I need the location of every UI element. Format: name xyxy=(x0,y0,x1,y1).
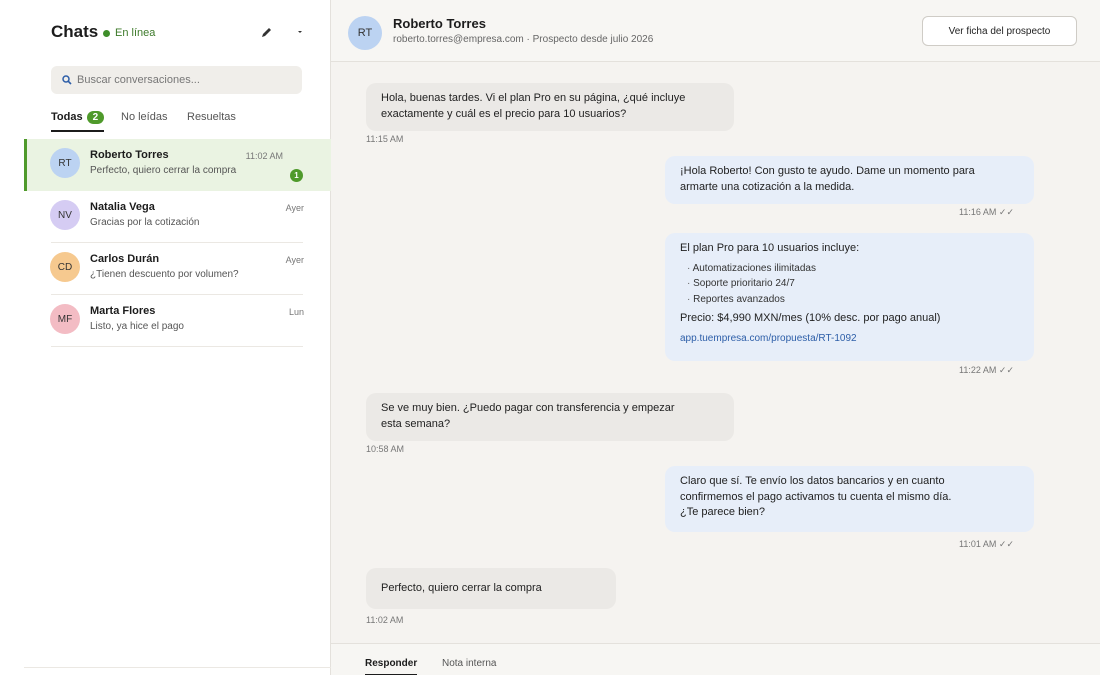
conversation-item-natalia-vega[interactable]: NV Natalia Vega Gracias por la cotizació… xyxy=(24,191,331,243)
conversation-tabs: Todas 2 No leídas Resueltas xyxy=(51,110,307,132)
search-icon xyxy=(62,75,72,85)
conversation-item-roberto-torres[interactable]: RT Roberto Torres Perfecto, quiero cerra… xyxy=(24,139,331,191)
message-bubble-outgoing: El plan Pro para 10 usuarios incluye: Au… xyxy=(665,233,1034,361)
tab-no-leidas[interactable]: No leídas xyxy=(121,110,167,132)
composer: Responder Nota interna xyxy=(331,643,1100,675)
plan-feature-list: Automatizaciones ilimitadas Soporte prio… xyxy=(687,261,1019,308)
tab-nota-interna[interactable]: Nota interna xyxy=(442,658,496,675)
avatar: RT xyxy=(50,148,80,178)
tab-resueltas[interactable]: Resueltas xyxy=(187,110,236,132)
search-input[interactable] xyxy=(77,74,277,86)
conversation-item-carlos-duran[interactable]: CD Carlos Durán ¿Tienen descuento por vo… xyxy=(24,243,331,295)
message-time: 11:02 AM xyxy=(366,615,404,625)
avatar: RT xyxy=(348,16,382,50)
conversation-item-marta-flores[interactable]: MF Marta Flores Listo, ya hice el pago L… xyxy=(24,295,331,347)
contact-meta: roberto.torres@empresa.com · Prospecto d… xyxy=(393,34,654,45)
conversation-time: Ayer xyxy=(285,203,304,213)
conversation-preview: ¿Tienen descuento por volumen? xyxy=(90,269,239,280)
conversation-preview: Listo, ya hice el pago xyxy=(90,321,184,332)
divider xyxy=(51,346,303,347)
avatar: MF xyxy=(50,304,80,334)
message-bubble-incoming: Hola, buenas tardes. Vi el plan Pro en s… xyxy=(366,83,734,131)
online-dot-icon xyxy=(103,29,110,37)
conversation-name: Natalia Vega xyxy=(90,201,155,213)
conversation-name: Marta Flores xyxy=(90,305,156,317)
price-text: Precio: $4,990 MXN/mes (10% desc. por pa… xyxy=(680,312,941,324)
conversation-time: Ayer xyxy=(285,255,304,265)
unread-badge: 1 xyxy=(290,169,303,182)
tab-responder[interactable]: Responder xyxy=(365,658,418,675)
message-time: 11:15 AM xyxy=(366,134,404,144)
presence-status: En línea xyxy=(103,27,155,39)
count-badge: 2 xyxy=(86,111,105,124)
divider xyxy=(24,667,331,668)
list-item: Automatizaciones ilimitadas xyxy=(687,261,1019,277)
sidebar-header: Chats En línea xyxy=(51,22,307,44)
chat-header: RT Roberto Torres roberto.torres@empresa… xyxy=(331,0,1100,62)
message-text: Se ve muy bien. ¿Puedo pagar con transfe… xyxy=(381,402,675,430)
proposal-link[interactable]: app.tuempresa.com/propuesta/RT-1092 xyxy=(680,331,1019,347)
message-time: 11:22 AM ✓✓ xyxy=(959,365,1014,375)
message-text: Hola, buenas tardes. Vi el plan Pro en s… xyxy=(381,92,686,120)
chat-panel: RT Roberto Torres roberto.torres@empresa… xyxy=(331,0,1100,675)
contact-name: Roberto Torres xyxy=(393,16,486,31)
conversation-time: Lun xyxy=(288,307,304,317)
conversation-time: 11:02 AM xyxy=(245,151,283,161)
message-text: El plan Pro para 10 usuarios incluye: xyxy=(680,242,860,254)
sidebar-content: Chats En línea Todas2 No leídas Resuelta… xyxy=(24,0,331,675)
message-bubble-incoming: Perfecto, quiero cerrar la compra xyxy=(366,568,616,609)
pencil-icon[interactable] xyxy=(257,23,275,41)
avatar: CD xyxy=(50,252,80,282)
message-text: ¡Hola Roberto! Con gusto te ayudo. Dame … xyxy=(680,165,975,193)
presence-label: En línea xyxy=(115,27,156,39)
conversation-name: Carlos Durán xyxy=(90,253,160,265)
sidebar-title: Chats xyxy=(51,22,99,41)
search-box[interactable] xyxy=(51,66,302,94)
tab-label: Todas xyxy=(51,111,83,123)
message-time: 11:01 AM ✓✓ xyxy=(959,539,1014,549)
list-item: Soporte prioritario 24/7 xyxy=(687,276,1019,292)
message-time: 11:16 AM ✓✓ xyxy=(959,207,1014,217)
conversation-sidebar: Chats En línea Todas2 No leídas Resuelta… xyxy=(0,0,331,675)
avatar: NV xyxy=(50,200,80,230)
message-time: 10:58 AM xyxy=(366,444,405,454)
message-list: Hola, buenas tardes. Vi el plan Pro en s… xyxy=(331,63,1100,643)
message-bubble-outgoing: Claro que sí. Te envío los datos bancari… xyxy=(665,466,1034,532)
message-bubble-outgoing: ¡Hola Roberto! Con gusto te ayudo. Dame … xyxy=(665,156,1034,204)
list-item: Reportes avanzados xyxy=(687,292,1019,308)
message-bubble-incoming: Se ve muy bien. ¿Puedo pagar con transfe… xyxy=(366,393,734,441)
conversation-preview: Gracias por la cotización xyxy=(90,217,200,228)
message-text: Claro que sí. Te envío los datos bancari… xyxy=(680,475,952,518)
view-prospect-button[interactable]: Ver ficha del prospecto xyxy=(922,16,1077,46)
tab-todas[interactable]: Todas 2 xyxy=(51,110,105,132)
caret-down-icon[interactable] xyxy=(291,23,309,41)
conversation-name: Roberto Torres xyxy=(90,149,169,161)
message-text: Perfecto, quiero cerrar la compra xyxy=(381,582,542,594)
conversation-preview: Perfecto, quiero cerrar la compra xyxy=(90,165,237,176)
